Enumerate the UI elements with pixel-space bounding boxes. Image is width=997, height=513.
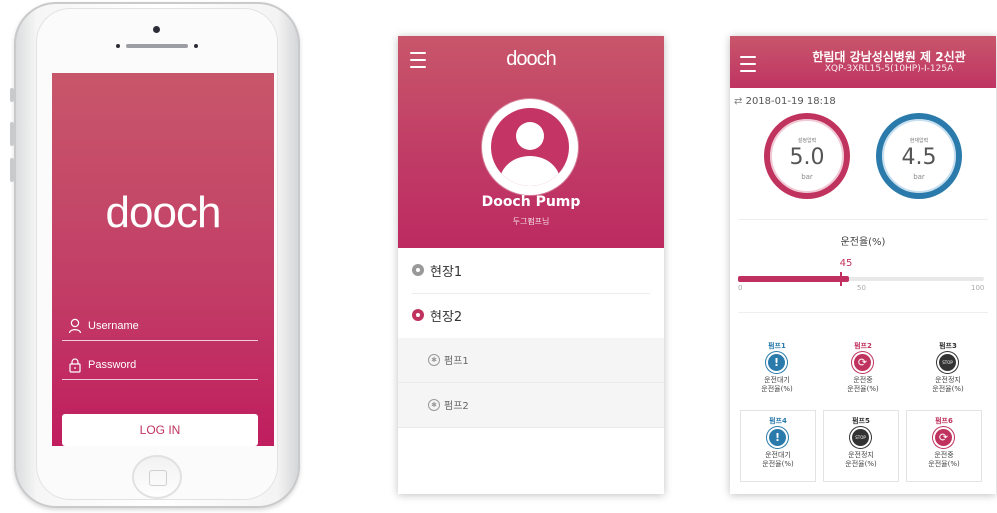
pump-card-5[interactable]: 펌프5 STOP 운전정지 운전율(%) [823,410,899,482]
current-pressure-gauge: 현재압력 4.5 bar [876,113,962,199]
pump-label: 펌프2 [444,401,469,412]
gauge-label: 현재압력 [909,138,929,144]
datetime-text: 2018-01-19 18:18 [745,96,836,107]
app-logo: dooch [105,188,222,237]
pump-name: 펌프3 [939,342,957,350]
menu-screen: dooch Dooch Pump 두그펌프님 현장1 현장2 ✱ 펌프1 ✱ 펌… [398,36,664,494]
refresh-icon[interactable]: ⇄ [734,96,742,107]
pump-card-3[interactable]: 펌프3 STOP 운전정지 운전율(%) [911,336,985,406]
volume-down-button [10,158,14,182]
hamburger-icon[interactable] [740,56,756,77]
password-placeholder: Password [88,359,137,371]
home-button[interactable] [132,455,182,499]
rate-min: 0 [738,284,743,292]
rate-mid: 50 [857,284,866,292]
site-title: 한림대 강남성심병원 제 2신관 [812,50,966,64]
lock-icon [69,358,81,373]
pump-card-2[interactable]: 펌프2 ⟳ 운전중 운전율(%) [826,336,900,406]
gauge-unit: bar [801,173,813,181]
pump-label: 펌프1 [444,356,469,367]
pump-status: 운전대기 운전율(%) [762,451,794,468]
pin-icon [412,264,424,276]
mute-switch [10,88,14,102]
pump-name: 펌프2 [854,342,872,350]
pump-card-6[interactable]: 펌프6 ⟳ 운전중 운전율(%) [906,410,982,482]
password-field[interactable]: Password [62,355,258,380]
gauge-value: 4.5 [901,145,937,170]
username-placeholder: Username [88,320,139,332]
dashboard-header: 한림대 강남성심병원 제 2신관 XQP-3XRL15-5(10HP)-I-12… [730,36,996,88]
app-logo: dooch [506,48,557,70]
gauge-label: 설정압력 [797,138,817,144]
pump-name: 펌프5 [852,417,870,425]
username-field[interactable]: Username [62,316,258,341]
dashboard-screen: 한림대 강남성심병원 제 2신관 XQP-3XRL15-5(10HP)-I-12… [730,36,996,494]
user-icon [68,318,82,334]
model-subtitle: XQP-3XRL15-5(10HP)-I-125A [824,64,954,74]
pump-name: 펌프6 [935,417,953,425]
pump-item-1[interactable]: ✱ 펌프1 [398,338,664,383]
login-screen: dooch Username Password LOG IN [52,73,274,446]
menu-header: dooch Dooch Pump 두그펌프님 [398,36,664,248]
site-item-2[interactable]: 현장2 [412,294,650,338]
pump-icon: ✱ [428,399,440,411]
user-subtitle: 두그펌프님 [512,217,550,226]
gauge-value: 5.0 [789,145,825,170]
avatar[interactable] [485,102,575,192]
earpiece-speaker [116,44,198,48]
pump-card-4[interactable]: 펌프4 ! 운전대기 운전율(%) [740,410,816,482]
stop-icon: STOP [939,354,956,371]
user-name: Dooch Pump [481,194,581,210]
divider [738,219,988,220]
rate-value: 45 [839,258,853,269]
rate-max: 100 [971,284,985,292]
pump-name: 펌프4 [769,417,787,425]
running-icon: ⟳ [854,354,871,371]
pump-icon: ✱ [428,354,440,366]
rate-slider-thumb[interactable] [840,272,842,286]
running-icon: ⟳ [935,429,952,446]
datetime: ⇄ 2018-01-19 18:18 [734,96,836,107]
divider [738,312,988,313]
info-icon: ! [769,429,786,446]
front-camera [153,26,160,33]
info-icon: ! [768,354,785,371]
pump-status: 운전정지 운전율(%) [932,376,964,393]
site-label: 현장1 [430,265,463,280]
pump-status: 운전중 운전율(%) [928,451,960,468]
pump-item-2[interactable]: ✱ 펌프2 [398,383,664,428]
stop-icon: STOP [852,429,869,446]
login-button[interactable]: LOG IN [62,414,258,446]
gauge-unit: bar [913,173,925,181]
pump-status: 운전중 운전율(%) [847,376,879,393]
pump-name: 펌프1 [768,342,786,350]
volume-up-button [10,122,14,146]
set-pressure-gauge: 설정압력 5.0 bar [764,113,850,199]
pump-card-1[interactable]: 펌프1 ! 운전대기 운전율(%) [740,336,814,406]
rate-slider-fill [738,276,849,282]
pin-icon [412,309,424,321]
pump-status: 운전대기 운전율(%) [761,376,793,393]
user-silhouette-icon [491,108,569,186]
site-item-1[interactable]: 현장1 [412,249,650,294]
site-label: 현장2 [430,310,463,325]
pump-status: 운전정지 운전율(%) [845,451,877,468]
rate-title: 운전율(%) [840,237,886,248]
